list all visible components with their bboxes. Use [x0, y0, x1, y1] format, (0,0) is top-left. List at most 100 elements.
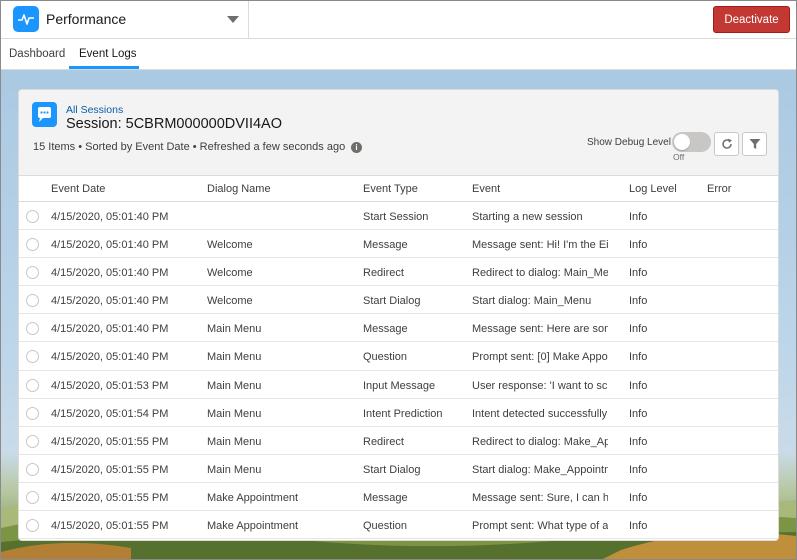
global-header: Performance Deactivate	[1, 1, 796, 39]
cell-dialog-name: Main Menu	[207, 463, 262, 476]
cell-event-date: 4/15/2020, 05:01:40 PM	[51, 211, 169, 223]
breadcrumb-all-sessions[interactable]: All Sessions	[66, 104, 123, 116]
cell-event-date: 4/15/2020, 05:01:53 PM	[51, 379, 169, 392]
app-name: Performance	[46, 11, 127, 27]
row-select-radio[interactable]	[26, 519, 39, 533]
tab-event-logs[interactable]: Event Logs	[79, 48, 137, 60]
row-select-radio[interactable]	[26, 434, 39, 448]
table-row[interactable]: 4/15/2020, 05:01:55 PM Main Menu Redirect R…	[19, 426, 778, 455]
cell-event: Redirect to dialog: Make_Appointment	[472, 435, 608, 448]
header-event-date[interactable]: Event Date	[51, 183, 201, 195]
table-header: Event Date Dialog Name Event Type Event …	[19, 176, 778, 202]
row-select-radio[interactable]	[26, 378, 39, 392]
deactivate-button[interactable]: Deactivate	[713, 6, 790, 33]
cell-event-type: Input Message	[363, 379, 436, 392]
cell-event-date: 4/15/2020, 05:01:54 PM	[51, 407, 169, 420]
cell-log-level: Info	[629, 239, 648, 252]
cell-event: Prompt sent: What type of appointment	[472, 520, 608, 533]
cell-event-type: Intent Prediction	[363, 407, 443, 420]
refresh-icon	[722, 138, 732, 149]
table-row[interactable]: 4/15/2020, 05:01:40 PM Welcome Redirect Red…	[19, 258, 778, 287]
cell-event-date: 4/15/2020, 05:01:55 PM	[51, 491, 169, 504]
row-select-radio[interactable]	[26, 406, 39, 420]
toggle-knob	[674, 134, 690, 150]
cell-event-date: 4/15/2020, 05:01:40 PM	[51, 239, 169, 252]
toggle-state-label: Off	[673, 152, 685, 162]
cell-event-type: Message	[363, 239, 408, 252]
cell-log-level: Info	[629, 379, 648, 392]
session-card: All Sessions Session: 5CBRM000000DVII4AO…	[18, 89, 779, 541]
cell-log-level: Info	[629, 351, 648, 364]
filter-icon	[749, 139, 761, 149]
pulse-icon	[13, 6, 39, 32]
row-select-radio[interactable]	[26, 210, 39, 223]
header-dialog-name[interactable]: Dialog Name	[207, 183, 357, 195]
cell-event-type: Redirect	[363, 267, 404, 280]
row-select-radio[interactable]	[26, 350, 39, 364]
table-body: 4/15/2020, 05:01:40 PM Start Session Start…	[19, 202, 778, 540]
chevron-down-icon[interactable]	[227, 16, 239, 23]
table-row[interactable]: 4/15/2020, 05:01:55 PM Make Appointment Me…	[19, 482, 778, 512]
table-row[interactable]: 4/15/2020, 05:01:40 PM Start Session Start…	[19, 202, 778, 231]
filter-button[interactable]	[742, 132, 767, 156]
table-row[interactable]: 4/15/2020, 05:01:53 PM Main Menu Input Mes…	[19, 370, 778, 399]
row-select-radio[interactable]	[26, 490, 39, 504]
cell-event-date: 4/15/2020, 05:01:55 PM	[51, 435, 169, 448]
cell-log-level: Info	[629, 463, 648, 476]
cell-event-type: Message	[363, 491, 408, 504]
debug-level-label: Show Debug Level	[587, 137, 671, 148]
cell-event-type: Question	[363, 520, 408, 533]
cell-log-level: Info	[629, 323, 648, 336]
cell-dialog-name: Welcome	[207, 295, 253, 308]
cell-log-level: Info	[629, 211, 648, 223]
table-row[interactable]: 4/15/2020, 05:01:55 PM Main Menu Start Dia…	[19, 454, 778, 483]
app-window: Performance Deactivate Dashboard Event L…	[0, 0, 797, 560]
cell-event: Message sent: Hi! I'm the Einstein Bot	[472, 239, 608, 252]
row-select-radio[interactable]	[26, 462, 39, 476]
refresh-button[interactable]	[714, 132, 739, 156]
cell-event: Message sent: Sure, I can help	[472, 491, 608, 504]
cell-event-date: 4/15/2020, 05:01:55 PM	[51, 520, 169, 533]
cell-dialog-name: Main Menu	[207, 323, 262, 336]
header-log-level[interactable]: Log Level	[629, 183, 699, 195]
cell-event-date: 4/15/2020, 05:01:40 PM	[51, 351, 169, 364]
header-event[interactable]: Event	[472, 183, 608, 195]
cell-event-type: Start Dialog	[363, 463, 421, 476]
row-select-radio[interactable]	[26, 266, 39, 280]
cell-log-level: Info	[629, 407, 648, 420]
cell-event-type: Redirect	[363, 435, 404, 448]
cell-event: User response: 'I want to schedule'	[472, 379, 608, 392]
cell-event: Start dialog: Make_Appointment	[472, 463, 608, 476]
cell-dialog-name: Welcome	[207, 239, 253, 252]
card-header: All Sessions Session: 5CBRM000000DVII4AO…	[19, 90, 778, 176]
page-title: Session: 5CBRM000000DVII4AO	[66, 116, 282, 132]
cell-event: Message sent: Here are some things	[472, 323, 608, 336]
cell-event-date: 4/15/2020, 05:01:40 PM	[51, 295, 169, 308]
tab-bar: Dashboard Event Logs	[1, 39, 796, 70]
cell-log-level: Info	[629, 520, 648, 533]
cell-dialog-name: Make Appointment	[207, 491, 299, 504]
cell-dialog-name: Main Menu	[207, 351, 262, 364]
row-select-radio[interactable]	[26, 294, 39, 308]
cell-log-level: Info	[629, 491, 648, 504]
app-switcher[interactable]: Performance	[1, 1, 249, 38]
table-row[interactable]: 4/15/2020, 05:01:40 PM Main Menu Question P…	[19, 342, 778, 371]
table-row[interactable]: 4/15/2020, 05:01:40 PM Welcome Message Mess…	[19, 230, 778, 259]
table-row[interactable]: 4/15/2020, 05:01:40 PM Welcome Start Dialo…	[19, 286, 778, 315]
cell-event: Starting a new session	[472, 211, 583, 223]
cell-dialog-name: Main Menu	[207, 435, 262, 448]
table-row[interactable]: 4/15/2020, 05:01:55 PM Make Appointment Qu…	[19, 511, 778, 540]
row-select-radio[interactable]	[26, 322, 39, 336]
header-error[interactable]: Error	[707, 183, 767, 195]
table-row[interactable]: 4/15/2020, 05:01:54 PM Main Menu Intent Pr…	[19, 398, 778, 427]
tab-dashboard[interactable]: Dashboard	[9, 48, 65, 60]
table-row[interactable]: 4/15/2020, 05:01:40 PM Main Menu Message Me…	[19, 314, 778, 343]
cell-dialog-name: Main Menu	[207, 407, 262, 420]
header-event-type[interactable]: Event Type	[363, 183, 467, 195]
cell-event-type: Question	[363, 351, 408, 364]
debug-level-toggle[interactable]	[672, 132, 711, 152]
cell-event-date: 4/15/2020, 05:01:55 PM	[51, 463, 169, 476]
row-select-radio[interactable]	[26, 238, 39, 252]
info-icon[interactable]: i	[351, 142, 362, 153]
cell-log-level: Info	[629, 295, 648, 308]
